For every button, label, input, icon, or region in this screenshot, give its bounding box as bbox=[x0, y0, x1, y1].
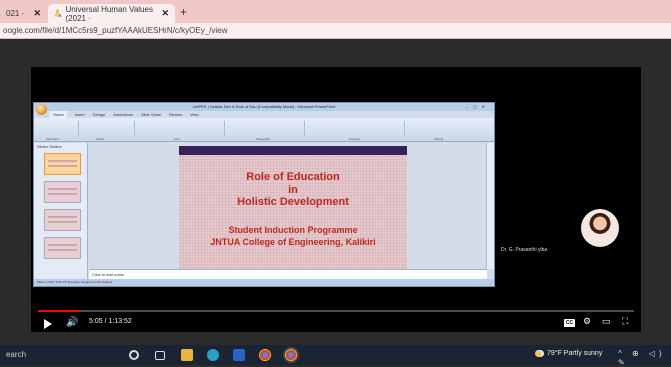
window-controls-icon: –▢✕ bbox=[465, 104, 490, 109]
ppt-window-title: UHPES | Holistic Dev & Role of Edu [Comp… bbox=[192, 104, 336, 109]
windows-taskbar: earch 79°F Partly sunny ^ ⊕ ◁) ✎ bbox=[0, 345, 671, 367]
slide-title-line: in bbox=[288, 184, 298, 196]
chrome-icon[interactable] bbox=[259, 349, 271, 361]
progress-fill bbox=[38, 310, 80, 312]
video-player[interactable]: UHPES | Holistic Dev & Role of Edu [Comp… bbox=[31, 67, 641, 332]
browser-tabstrip: 021 · ✕ Universal Human Values (2021 · ✕… bbox=[0, 0, 671, 23]
ppt-title-bar: UHPES | Holistic Dev & Role of Edu [Comp… bbox=[34, 103, 494, 111]
slide-thumbnail bbox=[44, 209, 81, 231]
presenter-name: Dr. G. Prasanthi yiba bbox=[501, 247, 548, 253]
partly-sunny-icon bbox=[535, 350, 544, 357]
edge-icon[interactable] bbox=[207, 349, 219, 361]
ribbon-group-label: Clipboard bbox=[46, 137, 59, 141]
powerpoint-window: UHPES | Holistic Dev & Role of Edu [Comp… bbox=[33, 102, 495, 287]
ppt-tab: View bbox=[190, 112, 199, 117]
browser-tab-1[interactable]: 021 · ✕ bbox=[0, 4, 47, 23]
ppt-tab: Design bbox=[92, 112, 106, 117]
word-icon[interactable] bbox=[233, 349, 245, 361]
browser-tab-active[interactable]: Universal Human Values (2021 · ✕ bbox=[48, 4, 175, 23]
weather-text: 79°F Partly sunny bbox=[547, 350, 603, 357]
outline-tabs: Slides Outline bbox=[37, 144, 62, 149]
progress-bar[interactable] bbox=[38, 310, 634, 312]
weather-widget[interactable]: 79°F Partly sunny bbox=[535, 350, 602, 357]
slide-subtitle-line: Student Induction Programme bbox=[228, 225, 358, 235]
ppt-ribbon-tabs: Home Insert Design Animations Slide Show… bbox=[50, 111, 199, 118]
tab-label: 021 · bbox=[6, 9, 25, 18]
office-button-icon bbox=[36, 104, 47, 115]
slide-thumbnail bbox=[44, 181, 81, 203]
settings-gear-icon[interactable]: ⚙ bbox=[583, 316, 591, 327]
ribbon-group-label: Drawing bbox=[349, 137, 361, 141]
tab-label: Universal Human Values (2021 · bbox=[65, 4, 153, 23]
slide-title-line: Role of Education bbox=[246, 171, 340, 183]
ppt-ribbon: Clipboard Slides Font Paragraph Drawing … bbox=[34, 118, 494, 142]
volume-icon[interactable]: 🔊 bbox=[66, 317, 78, 328]
file-explorer-icon[interactable] bbox=[181, 349, 193, 361]
ribbon-group-label: Editing bbox=[434, 137, 444, 141]
close-icon[interactable]: ✕ bbox=[161, 8, 169, 19]
task-view-icon[interactable] bbox=[155, 351, 165, 360]
address-bar[interactable]: oogle.com/file/d/1MCc5rs9_puzfYAAAkUESHr… bbox=[0, 23, 671, 39]
slide: Role of Education in Holistic Developmen… bbox=[179, 146, 407, 269]
taskbar-search[interactable]: earch bbox=[6, 350, 26, 359]
ppt-tab: Review bbox=[168, 112, 183, 117]
presenter-avatar bbox=[581, 209, 619, 247]
ppt-tab: Animations bbox=[113, 112, 133, 117]
slide-title-line: Holistic Development bbox=[237, 196, 349, 208]
slide-thumbnail bbox=[44, 237, 81, 259]
fullscreen-icon[interactable]: ⛶ bbox=[622, 316, 628, 327]
time-display: 5:05 / 1:13:52 bbox=[89, 318, 132, 325]
ppt-tab: Home bbox=[50, 111, 67, 118]
ppt-status-bar: Slide 1 of 56 "SOS PP Template" English … bbox=[34, 279, 494, 286]
captions-button[interactable]: CC bbox=[564, 319, 575, 327]
cortana-icon[interactable] bbox=[129, 350, 139, 360]
slide-thumbnail bbox=[44, 153, 81, 175]
slide-subtitle-line: JNTUA College of Engineering, Kalikiri bbox=[210, 237, 376, 247]
close-icon[interactable]: ✕ bbox=[33, 8, 41, 19]
slide-workspace: Role of Education in Holistic Developmen… bbox=[89, 143, 487, 269]
chrome-icon[interactable] bbox=[285, 349, 297, 361]
google-drive-icon bbox=[54, 9, 62, 17]
ribbon-group-label: Slides bbox=[96, 137, 105, 141]
ppt-tab: Slide Show bbox=[140, 112, 161, 117]
slide-thumbnail-pane: Slides Outline bbox=[34, 143, 88, 280]
url-text[interactable]: oogle.com/file/d/1MCc5rs9_puzfYAAAkUESHr… bbox=[3, 26, 227, 35]
slide-header-bar bbox=[179, 146, 407, 155]
new-tab-button[interactable]: + bbox=[180, 5, 187, 19]
miniplayer-icon[interactable]: ▭ bbox=[602, 316, 611, 327]
play-icon[interactable] bbox=[44, 319, 52, 329]
ppt-tab: Insert bbox=[74, 112, 85, 117]
system-tray-icons[interactable]: ^ ⊕ ◁) ✎ bbox=[618, 349, 671, 367]
drive-viewer: UHPES | Holistic Dev & Role of Edu [Comp… bbox=[0, 39, 671, 345]
ribbon-group-label: Font bbox=[174, 137, 181, 141]
ppt-scrollbar bbox=[486, 143, 494, 269]
ribbon-group-label: Paragraph bbox=[256, 137, 271, 141]
